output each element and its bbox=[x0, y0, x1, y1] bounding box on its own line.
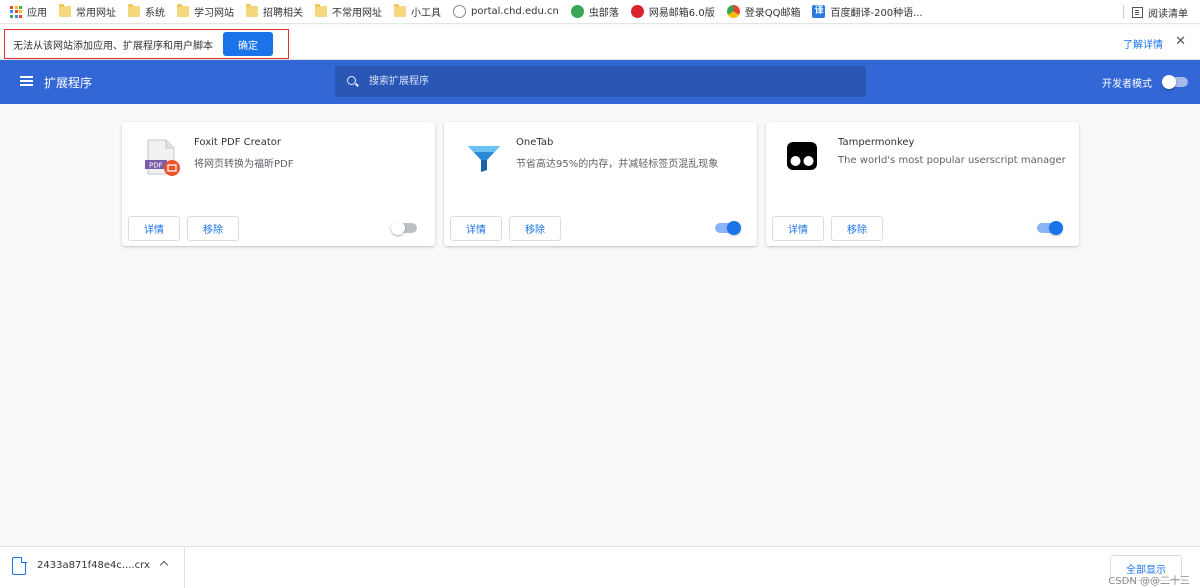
menu-icon[interactable] bbox=[20, 76, 33, 87]
page-title: 扩展程序 bbox=[44, 76, 93, 90]
extension-toggle[interactable] bbox=[391, 221, 417, 235]
extension-toggle[interactable] bbox=[1037, 221, 1063, 235]
folder-icon bbox=[315, 4, 327, 17]
folder-icon bbox=[394, 4, 406, 17]
bookmark-label: 登录QQ邮箱 bbox=[744, 8, 801, 19]
extension-description: 节省高达95%的内存，并减轻标签页混乱现象 bbox=[516, 159, 719, 170]
details-button[interactable]: 详情 bbox=[450, 216, 502, 241]
bookmark-label: 百度翻译-200种语... bbox=[830, 8, 923, 19]
bookmark-netease-mail[interactable]: 网易邮箱6.0版 bbox=[630, 0, 715, 24]
pdf-badge-label: PDF bbox=[149, 162, 163, 170]
chongbuluo-icon bbox=[570, 5, 584, 18]
extension-toggle[interactable] bbox=[715, 221, 741, 235]
reading-list-label: 阅读清单 bbox=[1148, 8, 1188, 20]
bookmark-folder-tools[interactable]: 小工具 bbox=[394, 0, 441, 24]
remove-button[interactable]: 移除 bbox=[831, 216, 883, 241]
bookmark-folder-study[interactable]: 学习网站 bbox=[177, 0, 234, 24]
remove-button[interactable]: 移除 bbox=[187, 216, 239, 241]
folder-icon bbox=[59, 4, 71, 17]
bookmark-chongbuluo[interactable]: 虫部落 bbox=[570, 0, 619, 24]
bookmark-folder-uncommon[interactable]: 不常用网址 bbox=[315, 0, 382, 24]
extension-card-foxit: PDF Foxit PDF Creator 将网页转换为福昕PDF 详情 移除 bbox=[122, 122, 435, 246]
bookmark-label: 学习网站 bbox=[194, 8, 234, 19]
baidu-translate-icon: 译 bbox=[812, 5, 826, 18]
bookmark-label: 系统 bbox=[145, 8, 165, 19]
folder-icon bbox=[177, 4, 189, 17]
download-bar: 2433a871f48e4c....crx 全部显示 CSDN @@二十三 bbox=[0, 546, 1200, 588]
bookmark-qq-mail[interactable]: 登录QQ邮箱 bbox=[726, 0, 801, 24]
apps-icon bbox=[10, 5, 22, 18]
tampermonkey-icon bbox=[786, 138, 826, 178]
bookmarks-bar: 应用 常用网址 系统 学习网站 招聘相关 不常用网址 小工具 portal.ch… bbox=[0, 0, 1200, 24]
chevron-up-icon[interactable] bbox=[159, 560, 169, 570]
file-icon bbox=[12, 556, 27, 575]
search-bar[interactable] bbox=[335, 66, 866, 97]
search-input[interactable] bbox=[369, 66, 849, 97]
bookmark-portal[interactable]: portal.chd.edu.cn bbox=[453, 0, 559, 24]
confirm-button[interactable]: 确定 bbox=[223, 32, 273, 56]
divider bbox=[1123, 5, 1124, 19]
bookmark-folder-system[interactable]: 系统 bbox=[128, 0, 165, 24]
globe-icon bbox=[453, 5, 466, 18]
extension-name: Foxit PDF Creator bbox=[194, 137, 281, 148]
extension-name: Tampermonkey bbox=[838, 137, 915, 148]
bookmark-baidu-translate[interactable]: 译 百度翻译-200种语... bbox=[812, 0, 923, 24]
search-icon bbox=[347, 76, 356, 85]
bookmark-label: 不常用网址 bbox=[332, 8, 382, 19]
reading-list-button[interactable]: 阅读清单 bbox=[1123, 0, 1188, 24]
developer-mode-toggle[interactable] bbox=[1162, 75, 1188, 89]
remove-button[interactable]: 移除 bbox=[509, 216, 561, 241]
bookmark-label: 虫部落 bbox=[588, 8, 619, 19]
details-button[interactable]: 详情 bbox=[128, 216, 180, 241]
details-button[interactable]: 详情 bbox=[772, 216, 824, 241]
infobar-highlight: 无法从该网站添加应用、扩展程序和用户脚本 确定 bbox=[4, 29, 289, 59]
bookmark-label: 小工具 bbox=[411, 8, 441, 19]
close-icon[interactable]: ✕ bbox=[1175, 34, 1186, 49]
infobar: 无法从该网站添加应用、扩展程序和用户脚本 确定 了解详情 ✕ bbox=[0, 25, 1200, 60]
reading-list-icon bbox=[1132, 6, 1143, 18]
bookmark-label: 网易邮箱6.0版 bbox=[648, 8, 715, 19]
extension-description: The world's most popular userscript mana… bbox=[838, 155, 1066, 166]
learn-more-link[interactable]: 了解详情 bbox=[1123, 36, 1163, 51]
bookmark-folder-common[interactable]: 常用网址 bbox=[59, 0, 116, 24]
extension-name: OneTab bbox=[516, 137, 554, 148]
onetab-funnel-icon bbox=[464, 138, 504, 178]
developer-mode-label: 开发者模式 bbox=[1102, 79, 1152, 90]
extensions-header: 扩展程序 开发者模式 bbox=[0, 60, 1200, 104]
bookmark-label: 招聘相关 bbox=[263, 8, 303, 19]
bookmark-apps[interactable]: 应用 bbox=[10, 0, 47, 24]
extension-description: 将网页转换为福昕PDF bbox=[194, 159, 294, 170]
folder-icon bbox=[246, 4, 258, 17]
chrome-icon bbox=[726, 5, 740, 18]
bookmark-folder-jobs[interactable]: 招聘相关 bbox=[246, 0, 303, 24]
infobar-message: 无法从该网站添加应用、扩展程序和用户脚本 bbox=[13, 40, 213, 52]
netease-mail-icon bbox=[630, 5, 644, 18]
bookmark-label: 应用 bbox=[27, 8, 47, 19]
bookmark-label: portal.chd.edu.cn bbox=[471, 6, 559, 17]
foxit-pdf-icon: PDF bbox=[142, 138, 182, 178]
folder-icon bbox=[128, 4, 140, 17]
watermark: CSDN @@二十三 bbox=[1108, 576, 1190, 587]
download-item[interactable]: 2433a871f48e4c....crx bbox=[0, 547, 185, 588]
bookmark-label: 常用网址 bbox=[76, 8, 116, 19]
download-filename: 2433a871f48e4c....crx bbox=[37, 560, 150, 571]
extension-card-onetab: OneTab 节省高达95%的内存，并减轻标签页混乱现象 详情 移除 bbox=[444, 122, 757, 246]
extension-card-tampermonkey: Tampermonkey The world's most popular us… bbox=[766, 122, 1079, 246]
